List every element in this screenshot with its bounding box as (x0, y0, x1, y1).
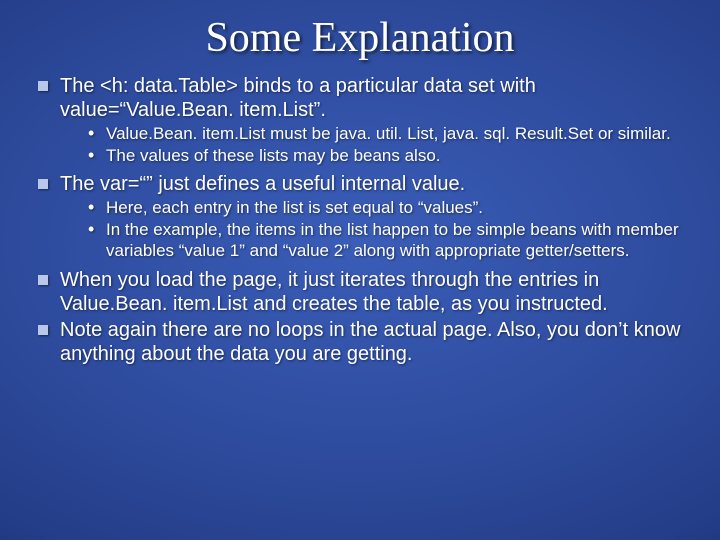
slide-title: Some Explanation (30, 14, 690, 62)
sub-item: Here, each entry in the list is set equa… (88, 198, 686, 219)
bullet-text: Note again there are no loops in the act… (60, 319, 680, 365)
sub-item: In the example, the items in the list ha… (88, 220, 686, 261)
bullet-text: The var=“” just defines a useful interna… (60, 173, 465, 195)
bullet-text: The <h: data.Table> binds to a particula… (60, 75, 536, 121)
list-item: The <h: data.Table> binds to a particula… (34, 74, 686, 166)
sub-item: Value.Bean. item.List must be java. util… (88, 124, 686, 145)
bullet-list: The <h: data.Table> binds to a particula… (30, 74, 690, 366)
list-item: Note again there are no loops in the act… (34, 318, 686, 366)
list-item: When you load the page, it just iterates… (34, 268, 686, 316)
sub-item: The values of these lists may be beans a… (88, 146, 686, 167)
list-item: The var=“” just defines a useful interna… (34, 172, 686, 261)
sub-list: Here, each entry in the list is set equa… (60, 198, 686, 261)
bullet-text: When you load the page, it just iterates… (60, 269, 608, 315)
sub-list: Value.Bean. item.List must be java. util… (60, 124, 686, 166)
slide: Some Explanation The <h: data.Table> bin… (0, 0, 720, 540)
